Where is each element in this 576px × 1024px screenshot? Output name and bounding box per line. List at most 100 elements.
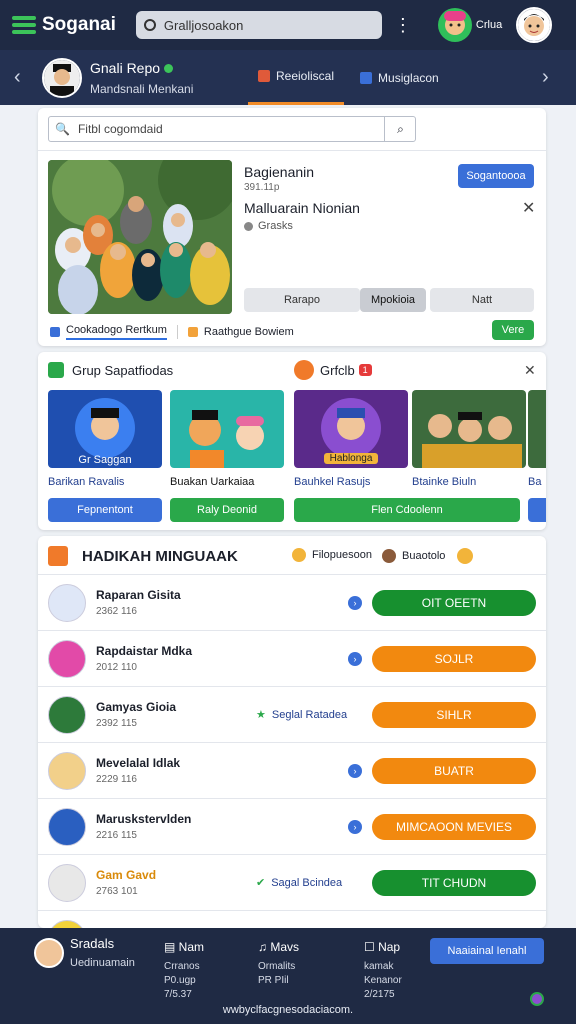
filter-mpokioia[interactable]: Mpokioia bbox=[360, 288, 426, 312]
profile-tab-2[interactable]: Musiglacon bbox=[350, 50, 449, 105]
row-action-button[interactable]: TIT CHUDN bbox=[372, 869, 536, 896]
carousel-overlay-1: Gr Saggan bbox=[78, 454, 132, 466]
row-sub: 2216 115 bbox=[96, 830, 137, 841]
music-icon: ♫ bbox=[258, 940, 271, 954]
table-row[interactable]: Raparan Gisita 2362 116 › OIT OEETN bbox=[38, 574, 546, 630]
header-link-1[interactable]: Filopuesoon bbox=[292, 548, 372, 562]
list-card: HADIKAH MINGUAAK Filopuesoon Buaotolo Ra… bbox=[38, 536, 546, 928]
carousel-button-3[interactable]: Flen Cdoolenn bbox=[294, 498, 520, 522]
header-link-1-label: Filopuesoon bbox=[312, 549, 372, 561]
top-search-placeholder: Gralljosoakon bbox=[163, 17, 244, 33]
row-sub: 2012 110 bbox=[96, 662, 137, 673]
profile-department: Mandsnali Menkani bbox=[90, 81, 194, 96]
row-sub: 2392 115 bbox=[96, 718, 137, 729]
table-row[interactable]: Gam Gavd 2763 101 ✔ Sagal Bcindea TIT CHUD… bbox=[38, 854, 546, 910]
carousel-button-2[interactable]: Raly Deonid bbox=[170, 498, 284, 522]
top-search-input[interactable]: Gralljosoakon bbox=[135, 11, 382, 39]
card-tab-1[interactable]: Cookadogo Rertkum bbox=[66, 324, 167, 340]
star-icon bbox=[457, 548, 474, 564]
card-tab-2[interactable]: Raathgue Bowiem bbox=[204, 326, 294, 338]
carousel-thumb-3: Hablonga bbox=[294, 390, 408, 468]
header-link-2[interactable]: Buaotolo bbox=[382, 548, 474, 564]
carousel-button-5[interactable] bbox=[528, 498, 546, 522]
row-avatar bbox=[48, 807, 86, 846]
carousel-item-5[interactable]: Ba bbox=[528, 390, 546, 522]
badge-icon: ★ bbox=[256, 709, 266, 721]
prev-arrow-icon[interactable]: ‹ bbox=[14, 66, 34, 89]
row-sub: 2229 116 bbox=[96, 774, 137, 785]
item-title: Bagienanin bbox=[244, 164, 315, 180]
row-name: Maruskstervlden bbox=[96, 812, 192, 826]
profile-tab-2-label: Musiglacon bbox=[378, 70, 439, 85]
info-dot-icon[interactable]: › bbox=[348, 651, 362, 666]
bottom-col-3[interactable]: ☐ Nap kamak Kenanor 2/2175 bbox=[364, 940, 402, 1002]
profile-tab-1[interactable]: Reeioliscal bbox=[248, 50, 345, 105]
carousel-title-3: Bauhkel Rasujs bbox=[294, 476, 371, 488]
group-photo bbox=[48, 160, 232, 314]
info-dot-icon[interactable]: › bbox=[348, 595, 362, 610]
row-name: Mevelalal Idlak bbox=[96, 756, 181, 770]
carousel-overlay-3: Hablonga bbox=[324, 453, 378, 464]
bottom-col-3-line1: kamak bbox=[364, 961, 394, 972]
row-action-button[interactable]: SIHLR bbox=[372, 701, 536, 728]
row-tag: ✔ Sagal Bcindea bbox=[256, 876, 342, 890]
bottom-col-1-line2: P0.ugp bbox=[164, 975, 196, 986]
carousel-close-icon[interactable]: ✕ bbox=[524, 362, 536, 379]
table-row[interactable]: Gamyas Gioia 2392 115 ★ Seglal Ratadea SIH… bbox=[38, 686, 546, 742]
primary-button[interactable]: Sogantoooa bbox=[458, 164, 534, 188]
item-sub-label: Grasks bbox=[258, 220, 293, 232]
next-arrow-icon[interactable]: › bbox=[542, 66, 562, 89]
carousel-title-2: Buakan Uarkaiaa bbox=[170, 476, 255, 488]
table-row[interactable]: Maruskstervlden 2216 115 › MIMCAOON MEVIE… bbox=[38, 798, 546, 854]
search-icon bbox=[143, 19, 156, 31]
row-avatar bbox=[48, 751, 86, 790]
footer-url[interactable]: wwbyclfacgnesodaciacom. bbox=[0, 1004, 576, 1016]
filter-natt[interactable]: Natt bbox=[430, 288, 534, 312]
row-action-button[interactable]: SOJLR bbox=[372, 645, 536, 672]
vere-button[interactable]: Vere bbox=[492, 320, 534, 340]
row-avatar bbox=[48, 863, 86, 902]
carousel-item-1[interactable]: Gr Saggan Barikan Ravalis Fepnentont bbox=[48, 390, 162, 522]
user-icon bbox=[382, 549, 396, 563]
play-icon bbox=[48, 362, 64, 378]
carousel-thumb-1: Gr Saggan bbox=[48, 390, 162, 468]
more-options-icon[interactable]: ⋮ bbox=[394, 15, 412, 36]
card-search-button[interactable]: ⌕ bbox=[384, 116, 416, 142]
bottom-col-2[interactable]: ♫ Mavs Ormalits PR PIil bbox=[258, 940, 299, 988]
carousel-title-1: Barikan Ravalis bbox=[48, 476, 125, 488]
row-action-button[interactable]: BUATR bbox=[372, 757, 536, 784]
bottom-col-1-line3: 7/5.37 bbox=[164, 989, 192, 1000]
row-name: Rapdaistar Mdka bbox=[96, 644, 193, 658]
bottom-col-2-heading: Mavs bbox=[270, 940, 300, 954]
bottom-user[interactable]: Sradals Uedinuamain bbox=[34, 936, 135, 969]
account-avatar[interactable] bbox=[516, 7, 553, 43]
item-sub: Grasks bbox=[244, 220, 293, 232]
row-action-button[interactable]: OIT OEETN bbox=[372, 589, 536, 616]
card-search-input[interactable]: 🔍 Fitbl cogomdaid bbox=[48, 116, 416, 142]
bottom-cta-button[interactable]: Naaiainal Ienahl bbox=[430, 938, 544, 964]
table-row[interactable]: Rapdaistar Mdka 2012 110 › SOJLR bbox=[38, 630, 546, 686]
card-tabs: Cookadogo Rertkum Raathgue Bowiem bbox=[50, 324, 294, 340]
profile-name: Gnali Repo bbox=[90, 59, 161, 76]
carousel-item-2[interactable]: Buakan Uarkaiaa Raly Deonid bbox=[170, 390, 284, 522]
table-row[interactable]: Mevelalal Idlak 2229 116 › BUATR bbox=[38, 742, 546, 798]
bottom-col-1[interactable]: ▤ Nam Crranos P0.ugp 7/5.37 bbox=[164, 940, 204, 1002]
menu-icon[interactable] bbox=[12, 16, 36, 34]
info-dot-icon[interactable]: › bbox=[348, 763, 362, 778]
row-avatar bbox=[48, 639, 86, 678]
filter-rarapo[interactable]: Rarapo bbox=[244, 288, 360, 312]
profile-info: Gnali Repo Mandsnali Menkani bbox=[90, 60, 230, 96]
profile-avatar[interactable] bbox=[42, 57, 82, 98]
carousel-thumb-4 bbox=[412, 390, 526, 468]
top-user[interactable]: Crlua bbox=[437, 8, 502, 42]
info-dot-icon[interactable]: › bbox=[348, 819, 362, 834]
bottom-col-3-line3: 2/2175 bbox=[364, 989, 395, 1000]
row-action-button[interactable]: MIMCAOON MEVIES bbox=[372, 813, 536, 840]
row-avatar bbox=[48, 919, 86, 928]
profile-tab-1-label: Reeioliscal bbox=[276, 69, 335, 83]
grid-icon bbox=[360, 71, 373, 84]
carousel-secondary[interactable]: Grfclb 1 bbox=[294, 360, 372, 380]
close-icon[interactable]: ✕ bbox=[522, 198, 535, 218]
bottom-col-3-line2: Kenanor bbox=[364, 975, 402, 986]
carousel-button-1[interactable]: Fepnentont bbox=[48, 498, 162, 522]
